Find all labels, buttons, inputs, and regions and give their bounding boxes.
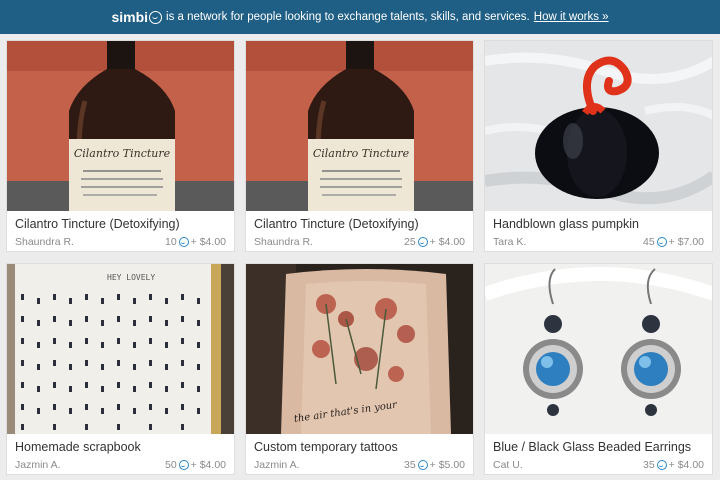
simbi-logo[interactable]: simbi — [111, 9, 163, 25]
simbi-amount: 45 — [642, 236, 655, 248]
listing-price: 45 + $7.00 — [643, 236, 704, 248]
listing-owner[interactable]: Cat U. — [493, 459, 523, 471]
listing-card[interactable]: Handblown glass pumpkin Tara K. 45 + $7.… — [484, 40, 713, 252]
simbi-coin-icon — [178, 237, 189, 247]
brand-name: simbi — [111, 9, 149, 25]
listing-title[interactable]: Cilantro Tincture (Detoxifying) — [15, 217, 180, 231]
how-it-works-link[interactable]: How it works » — [534, 11, 609, 23]
listing-owner[interactable]: Shaundra R. — [15, 236, 74, 248]
listing-price: 10 + $4.00 — [165, 236, 226, 248]
listing-owner[interactable]: Jazmin A. — [254, 459, 300, 471]
listing-price: 35 + $4.00 — [643, 459, 704, 471]
listing-image-earrings[interactable] — [485, 264, 712, 434]
listing-image-pumpkin[interactable] — [485, 41, 712, 211]
simbi-coin-icon — [417, 460, 428, 470]
listing-title[interactable]: Homemade scrapbook — [15, 440, 141, 454]
simbi-amount: 25 — [403, 236, 416, 248]
listing-title[interactable]: Cilantro Tincture (Detoxifying) — [254, 217, 419, 231]
listing-image-scrapbook[interactable]: HEY LOVELY — [7, 264, 234, 434]
listing-price: 25 + $4.00 — [404, 236, 465, 248]
scrapbook-cover-text: HEY LOVELY — [107, 273, 155, 282]
listing-image-tattoo[interactable]: the air that's in your — [246, 264, 473, 434]
listing-image-tincture[interactable]: Cilantro Tincture — [7, 41, 234, 211]
simbi-smile-icon — [149, 10, 163, 24]
listing-owner[interactable]: Jazmin A. — [15, 459, 61, 471]
cash-amount: + $4.00 — [668, 459, 704, 471]
cash-amount: + $7.00 — [668, 236, 704, 248]
listing-card[interactable]: Cilantro Tincture Cilantro Tincture (Det… — [245, 40, 474, 252]
listing-image-tincture[interactable]: Cilantro Tincture — [246, 41, 473, 211]
banner-tagline: is a network for people looking to excha… — [166, 11, 530, 23]
simbi-amount: 50 — [164, 459, 177, 471]
simbi-amount: 35 — [403, 459, 416, 471]
tincture-label-text: Cilantro Tincture — [313, 147, 410, 160]
cash-amount: + $4.00 — [190, 459, 226, 471]
listing-card[interactable]: Cilantro Tincture Cilantro Tincture (Det… — [6, 40, 235, 252]
listing-price: 50 + $4.00 — [165, 459, 226, 471]
simbi-coin-icon — [656, 460, 667, 470]
cash-amount: + $4.00 — [429, 236, 465, 248]
cash-amount: + $5.00 — [429, 459, 465, 471]
listing-title[interactable]: Custom temporary tattoos — [254, 440, 398, 454]
listing-owner[interactable]: Tara K. — [493, 236, 526, 248]
listing-price: 35 + $5.00 — [404, 459, 465, 471]
simbi-coin-icon — [417, 237, 428, 247]
listing-title[interactable]: Blue / Black Glass Beaded Earrings — [493, 440, 691, 454]
listing-card[interactable]: HEY LOVELY Homemade scrapbook Jazmin A. … — [6, 263, 235, 475]
simbi-coin-icon — [656, 237, 667, 247]
listing-card[interactable]: the air that's in your Custom temporary … — [245, 263, 474, 475]
simbi-amount: 10 — [164, 236, 177, 248]
simbi-coin-icon — [178, 460, 189, 470]
simbi-amount: 35 — [642, 459, 655, 471]
tincture-label-text: Cilantro Tincture — [74, 147, 171, 160]
cash-amount: + $4.00 — [190, 236, 226, 248]
top-banner: simbi is a network for people looking to… — [0, 0, 720, 34]
listing-owner[interactable]: Shaundra R. — [254, 236, 313, 248]
listing-card[interactable]: Blue / Black Glass Beaded Earrings Cat U… — [484, 263, 713, 475]
listing-title[interactable]: Handblown glass pumpkin — [493, 217, 639, 231]
